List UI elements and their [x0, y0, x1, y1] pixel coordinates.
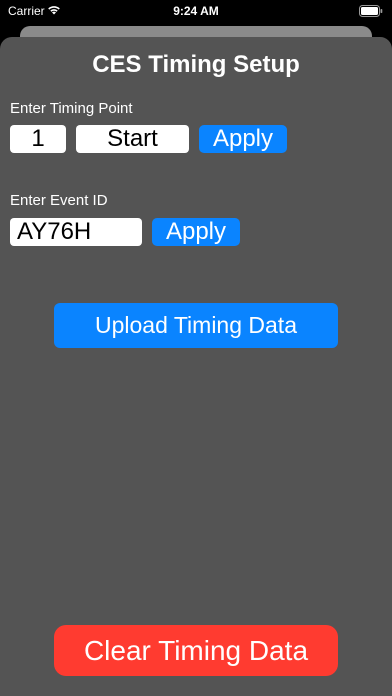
- timing-point-name-field[interactable]: Start: [76, 125, 189, 153]
- timing-point-label: Enter Timing Point: [10, 100, 133, 117]
- apply-event-id-button[interactable]: Apply: [152, 218, 240, 246]
- clear-timing-data-button[interactable]: Clear Timing Data: [54, 625, 338, 676]
- screen: Carrier 9:24 AM CES Timing Setup Enter T…: [0, 0, 392, 696]
- page-title: CES Timing Setup: [92, 51, 300, 78]
- upload-timing-data-button[interactable]: Upload Timing Data: [54, 303, 338, 348]
- event-id-label: Enter Event ID: [10, 192, 108, 209]
- apply-timing-point-button[interactable]: Apply: [199, 125, 287, 153]
- event-id-field[interactable]: AY76H: [10, 218, 142, 246]
- clock-time: 9:24 AM: [173, 4, 219, 18]
- status-bar: Carrier 9:24 AM: [0, 0, 392, 22]
- timing-point-number-field[interactable]: 1: [10, 125, 66, 153]
- battery-icon: [359, 5, 383, 17]
